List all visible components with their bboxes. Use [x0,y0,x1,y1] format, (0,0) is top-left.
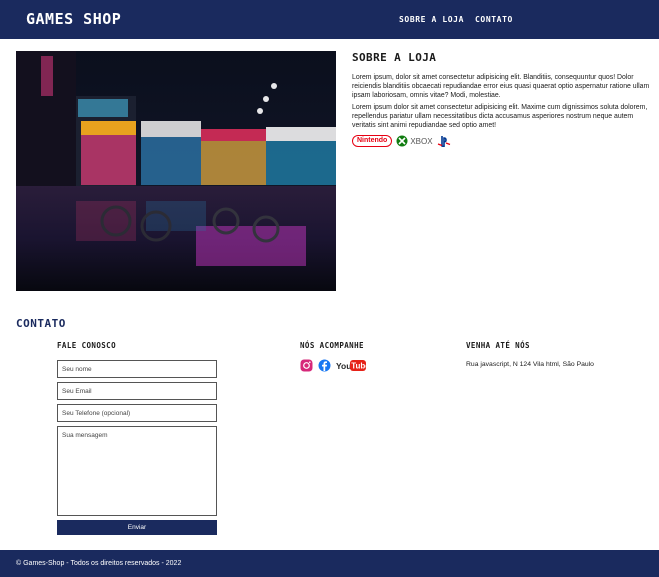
xbox-icon [396,135,408,147]
brand-logo[interactable]: GAMES SHOP [26,10,121,28]
social-links: You Tube [300,359,366,372]
about-paragraph-1: Lorem ipsum, dolor sit amet consectetur … [352,74,650,99]
nav-link-contato[interactable]: CONTATO [475,15,513,24]
main-nav: SOBRE A LOJA CONTATO [399,15,513,24]
xbox-label: XBOX [410,136,433,146]
xbox-logo: XBOX [396,135,433,147]
social-title: NÓS ACOMPANHE [300,341,364,350]
store-photo-illustration [16,51,336,291]
site-footer: © Games-Shop - Todos os direitos reserva… [0,550,659,577]
phone-input[interactable]: Seu Telefone (opcional) [57,404,217,422]
store-photo [16,51,336,291]
form-title: FALE CONOSCO [57,341,116,350]
instagram-icon[interactable] [300,359,313,372]
about-section: SOBRE A LOJA Lorem ipsum, dolor sit amet… [352,51,652,147]
store-address: Rua javascript, N 124 Vila html, São Pau… [466,361,594,368]
facebook-icon[interactable] [318,359,331,372]
about-paragraph-2: Lorem ipsum dolor sit amet consectetur a… [352,104,648,129]
message-textarea[interactable]: Sua mensagem [57,426,217,516]
email-input[interactable]: Seu Email [57,382,217,400]
contact-title: CONTATO [16,317,66,330]
send-button[interactable]: Enviar [57,520,217,535]
about-title: SOBRE A LOJA [352,51,437,64]
youtube-you-text: You [336,361,351,371]
console-brands: Nintendo XBOX [352,135,652,147]
youtube-icon[interactable]: You Tube [336,359,366,372]
youtube-tube-text: Tube [351,362,366,371]
visit-title: VENHA ATÉ NÓS [466,341,530,350]
nav-link-sobre[interactable]: SOBRE A LOJA [399,15,464,24]
playstation-icon [437,136,450,147]
nintendo-logo: Nintendo [352,135,393,147]
name-input[interactable]: Seu nome [57,360,217,378]
site-header: GAMES SHOP SOBRE A LOJA CONTATO [0,0,659,39]
footer-copyright: © Games-Shop - Todos os direitos reserva… [16,560,182,567]
